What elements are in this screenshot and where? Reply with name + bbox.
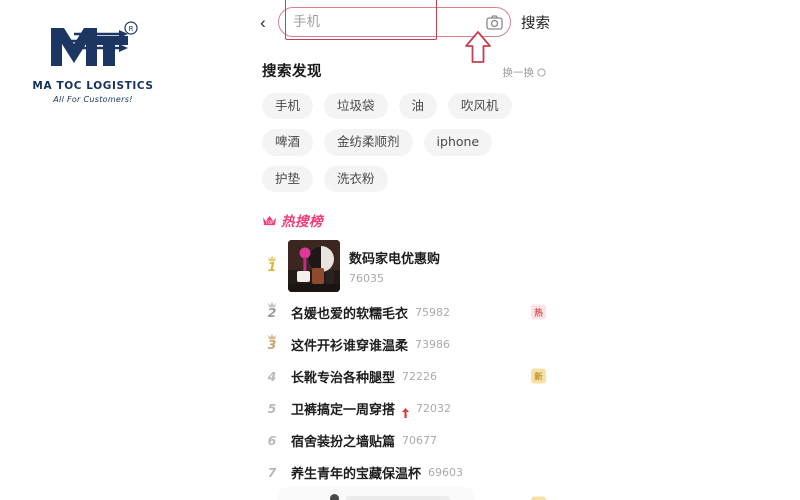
rank-number: 6 [267, 432, 277, 448]
hot-search-list: 1 数码家电优惠购 76035 2 名媛也爱的软糯毛衣 75982 热 3 这件开衫谁穿谁温柔 7… [248, 230, 560, 500]
discover-header: 搜索发现 换一换 [248, 44, 560, 81]
refresh-label: 换一换 [502, 67, 535, 79]
back-button[interactable]: ‹ [252, 6, 274, 38]
refresh-tags-button[interactable]: 换一换 [503, 65, 547, 80]
hot-search-count: 72032 [416, 401, 452, 415]
crown-icon: TOP [263, 215, 276, 225]
discover-tag-chip[interactable]: 油 [398, 93, 438, 120]
hot-search-body: 养生青年的宝藏保温杯 69603 [291, 463, 546, 482]
hot-search-count: 70677 [402, 433, 438, 447]
logo-company-name: MA TOC LOGISTICS [32, 80, 154, 92]
peek-text-placeholder [346, 496, 450, 500]
hot-search-row[interactable]: 3 这件开衫谁穿谁温柔 73986 [262, 328, 546, 360]
hot-search-row[interactable]: 2 名媛也爱的软糯毛衣 75982 热 [262, 296, 546, 328]
hot-search-row[interactable]: 5 卫裤搞定一周穿搭 72032 [262, 392, 546, 424]
rank-number: 4 [267, 368, 277, 384]
logo-tagline: All For Customers! [53, 95, 133, 104]
rank-number: 7 [267, 464, 277, 480]
hot-search-row[interactable]: 6 宿舍装扮之墙贴篇 70677 [262, 424, 546, 456]
hot-search-keyword[interactable]: 长靴专治各种腿型 [291, 367, 395, 386]
hot-list-header: TOP 热搜榜 [248, 192, 560, 230]
rank-number: 1 [262, 255, 282, 274]
watermark-logo: R MA TOC LOGISTICS All For Customers! [18, 18, 168, 110]
discover-title: 搜索发现 [262, 64, 322, 80]
rank-crown-icon [268, 328, 277, 343]
hot-search-body: 数码家电优惠购 76035 [349, 248, 546, 285]
discover-tag-chip[interactable]: 垃圾袋 [324, 93, 388, 120]
svg-text:R: R [129, 25, 134, 33]
rank-crown-icon [268, 250, 277, 265]
hot-search-count: 73986 [415, 337, 451, 351]
bottom-peek-card [278, 487, 474, 500]
hot-search-badge: 新 [531, 368, 546, 384]
hot-search-count: 69603 [428, 465, 464, 479]
peek-avatar-dot [330, 494, 339, 500]
hot-search-count: 76035 [349, 271, 384, 285]
hot-list-title: 热搜榜 [281, 214, 323, 231]
trend-up-icon [402, 403, 410, 419]
rank-number: 5 [267, 400, 277, 416]
hot-search-keyword[interactable]: 这件开衫谁穿谁温柔 [291, 335, 408, 354]
hot-search-body: 这件开衫谁穿谁温柔 73986 [291, 335, 546, 354]
hot-search-body: 宿舍装扮之墙贴篇 70677 [291, 431, 546, 450]
rank-crown-icon [268, 296, 277, 311]
hot-search-row[interactable]: 7 养生青年的宝藏保温杯 69603 [262, 456, 546, 488]
search-field[interactable] [278, 7, 511, 37]
camera-icon[interactable] [478, 7, 510, 37]
hot-search-body: 卫裤搞定一周穿搭 72032 [291, 399, 546, 419]
rank-number: 2 [262, 301, 282, 320]
discover-tag-list: 手机 垃圾袋油吹风机啤酒 金纺柔顺剂 iphone 护垫 洗衣粉 [248, 81, 560, 193]
hot-search-badge: 热 [531, 304, 546, 320]
discover-tag-chip[interactable]: 金纺柔顺剂 [324, 129, 413, 156]
mt-monogram-icon: R [51, 21, 138, 66]
svg-text:TOP: TOP [265, 220, 275, 225]
discover-tag-chip[interactable]: 护垫 [262, 165, 314, 193]
discover-tag-chip[interactable]: iphone [423, 129, 493, 156]
hot-search-keyword[interactable]: 卫裤搞定一周穿搭 [291, 399, 395, 418]
hot-search-row[interactable]: 4 长靴专治各种腿型 72226 新 [262, 360, 546, 392]
hot-search-body: 长靴专治各种腿型 72226 [291, 367, 546, 386]
search-bar: ‹ 搜索 [248, 0, 560, 44]
hot-search-keyword[interactable]: 宿舍装扮之墙贴篇 [291, 431, 395, 450]
refresh-circle-icon [537, 68, 546, 77]
search-submit-button[interactable]: 搜索 [517, 12, 556, 33]
hot-search-badge: 新 [531, 496, 546, 500]
rank-number: 3 [262, 333, 282, 352]
hot-search-row[interactable]: 1 数码家电优惠购 76035 [262, 236, 546, 296]
discover-tag-chip[interactable]: 手机 [262, 93, 314, 120]
hot-search-thumbnail[interactable] [288, 240, 340, 293]
screenshot-canvas: R MA TOC LOGISTICS All For Customers! ‹ … [0, 0, 800, 500]
hot-search-keyword[interactable]: 名媛也爱的软糯毛衣 [291, 303, 408, 322]
hot-search-count: 72226 [402, 369, 438, 383]
discover-tag-chip[interactable]: 啤酒 [262, 129, 314, 156]
discover-tag-chip[interactable]: 吹风机 [448, 93, 512, 120]
search-input[interactable] [279, 9, 478, 35]
hot-search-keyword[interactable]: 数码家电优惠购 [349, 252, 440, 267]
hot-search-count: 75982 [415, 305, 451, 319]
hot-search-body: 名媛也爱的软糯毛衣 75982 [291, 303, 546, 322]
hot-search-keyword[interactable]: 养生青年的宝藏保温杯 [291, 463, 421, 482]
discover-tag-chip[interactable]: 洗衣粉 [324, 165, 388, 193]
phone-screen: ‹ 搜索 搜索发现 换一换 [248, 0, 560, 500]
